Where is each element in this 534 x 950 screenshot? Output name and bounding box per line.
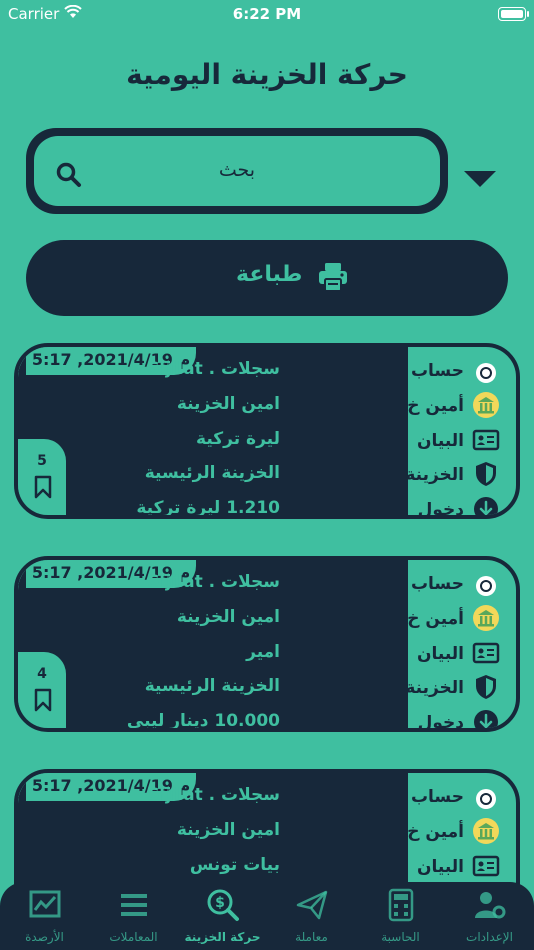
tab-label: الأرصدة: [25, 930, 64, 944]
amount-value: 10.000 دينار ليبي: [126, 711, 280, 731]
account-label: حساب: [410, 361, 464, 381]
bookmark-icon: [34, 688, 52, 712]
tab-calculator[interactable]: الحاسبة: [356, 882, 445, 950]
entry-label: دخول: [417, 713, 464, 732]
account-value: سجلات . Sijilat: [147, 785, 280, 805]
tab-label: حركة الخزينة: [184, 930, 261, 944]
treasury-value: الخزينة الرئيسية: [144, 463, 280, 483]
user-gear-icon: [475, 892, 506, 919]
treasurer-label: أمين خ.: [400, 609, 464, 629]
status-bar: Carrier 6:22 PM: [0, 0, 534, 30]
calculator-icon: [388, 888, 414, 922]
tab-transaction[interactable]: معاملة: [267, 882, 356, 950]
statement-label: البيان: [417, 644, 464, 664]
list-icon: [121, 894, 147, 916]
account-label: حساب: [410, 574, 464, 594]
tab-settings[interactable]: الإعدادات: [445, 882, 534, 950]
treasurer-label: أمين خ.: [400, 822, 464, 842]
shield-icon: [476, 675, 496, 699]
treasurer-value: امين الخزينة: [176, 394, 280, 414]
treasury-label: الخزينة: [405, 465, 464, 485]
bank-icon: [473, 392, 499, 418]
bookmark-count: 5: [37, 453, 47, 469]
treasurer-label: أمين خ.: [400, 396, 464, 416]
tab-label: الحاسبة: [381, 930, 420, 944]
shield-icon: [476, 462, 496, 486]
account-value: سجلات . Sijilat: [147, 572, 280, 592]
printer-icon: [319, 263, 347, 292]
bookmark-button[interactable]: 5: [18, 439, 66, 515]
search-field[interactable]: بحث: [26, 128, 448, 214]
tab-transactions[interactable]: المعاملات: [89, 882, 178, 950]
statement-value: بيات تونس: [189, 855, 280, 875]
statement-label: البيان: [417, 431, 464, 451]
print-button[interactable]: طباعة: [26, 240, 508, 316]
chart-icon: [29, 890, 61, 918]
entry-label: دخول: [417, 500, 464, 519]
bank-icon: [473, 818, 499, 844]
statement-value: ليرة تركية: [196, 429, 280, 449]
search-money-icon: $: [207, 889, 239, 921]
id-card-icon: [472, 642, 500, 664]
treasurer-value: امين الخزينة: [176, 820, 280, 840]
tab-label: معاملة: [295, 930, 328, 944]
tab-treasury-movement[interactable]: $ حركة الخزينة: [178, 882, 267, 950]
search-input[interactable]: بحث: [34, 159, 440, 181]
svg-text:$: $: [215, 895, 225, 911]
treasury-record-card[interactable]: 5:17 ,2021/4/19 م سجلات . Sijilat امين ا…: [14, 343, 520, 519]
treasurer-value: امين الخزينة: [176, 607, 280, 627]
print-label: طباعة: [236, 262, 303, 287]
treasury-value: الخزينة الرئيسية: [144, 676, 280, 696]
bookmark-button[interactable]: 4: [18, 652, 66, 728]
tab-balances[interactable]: الأرصدة: [0, 882, 89, 950]
battery-icon: [498, 7, 529, 21]
statement-value: امير: [246, 642, 280, 662]
page-title: حركة الخزينة اليومية: [126, 58, 408, 91]
logo-icon: [476, 789, 496, 809]
bookmark-icon: [34, 475, 52, 499]
statement-label: البيان: [417, 857, 464, 877]
logo-icon: [476, 363, 496, 383]
arrow-down-circle-icon: [474, 497, 498, 515]
amount-value: 1.210 ليرة تركية: [136, 498, 280, 518]
account-label: حساب: [410, 787, 464, 807]
treasury-label: الخزينة: [405, 678, 464, 698]
tab-label: الإعدادات: [466, 930, 513, 944]
paper-plane-icon: [296, 890, 328, 920]
treasury-record-card[interactable]: 5:17 ,2021/4/19 م سجلات . Sijilat امين ا…: [14, 556, 520, 732]
id-card-icon: [472, 855, 500, 877]
bottom-tab-bar: الأرصدة المعاملات $ حركة الخزينة معاملة …: [0, 882, 534, 950]
bookmark-count: 4: [37, 666, 47, 682]
logo-icon: [476, 576, 496, 596]
tab-label: المعاملات: [109, 930, 158, 944]
arrow-down-circle-icon: [474, 710, 498, 728]
account-value: سجلات . Sijilat: [147, 359, 280, 379]
id-card-icon: [472, 429, 500, 451]
filter-dropdown-icon[interactable]: [464, 171, 496, 187]
clock: 6:22 PM: [232, 5, 302, 23]
bank-icon: [473, 605, 499, 631]
